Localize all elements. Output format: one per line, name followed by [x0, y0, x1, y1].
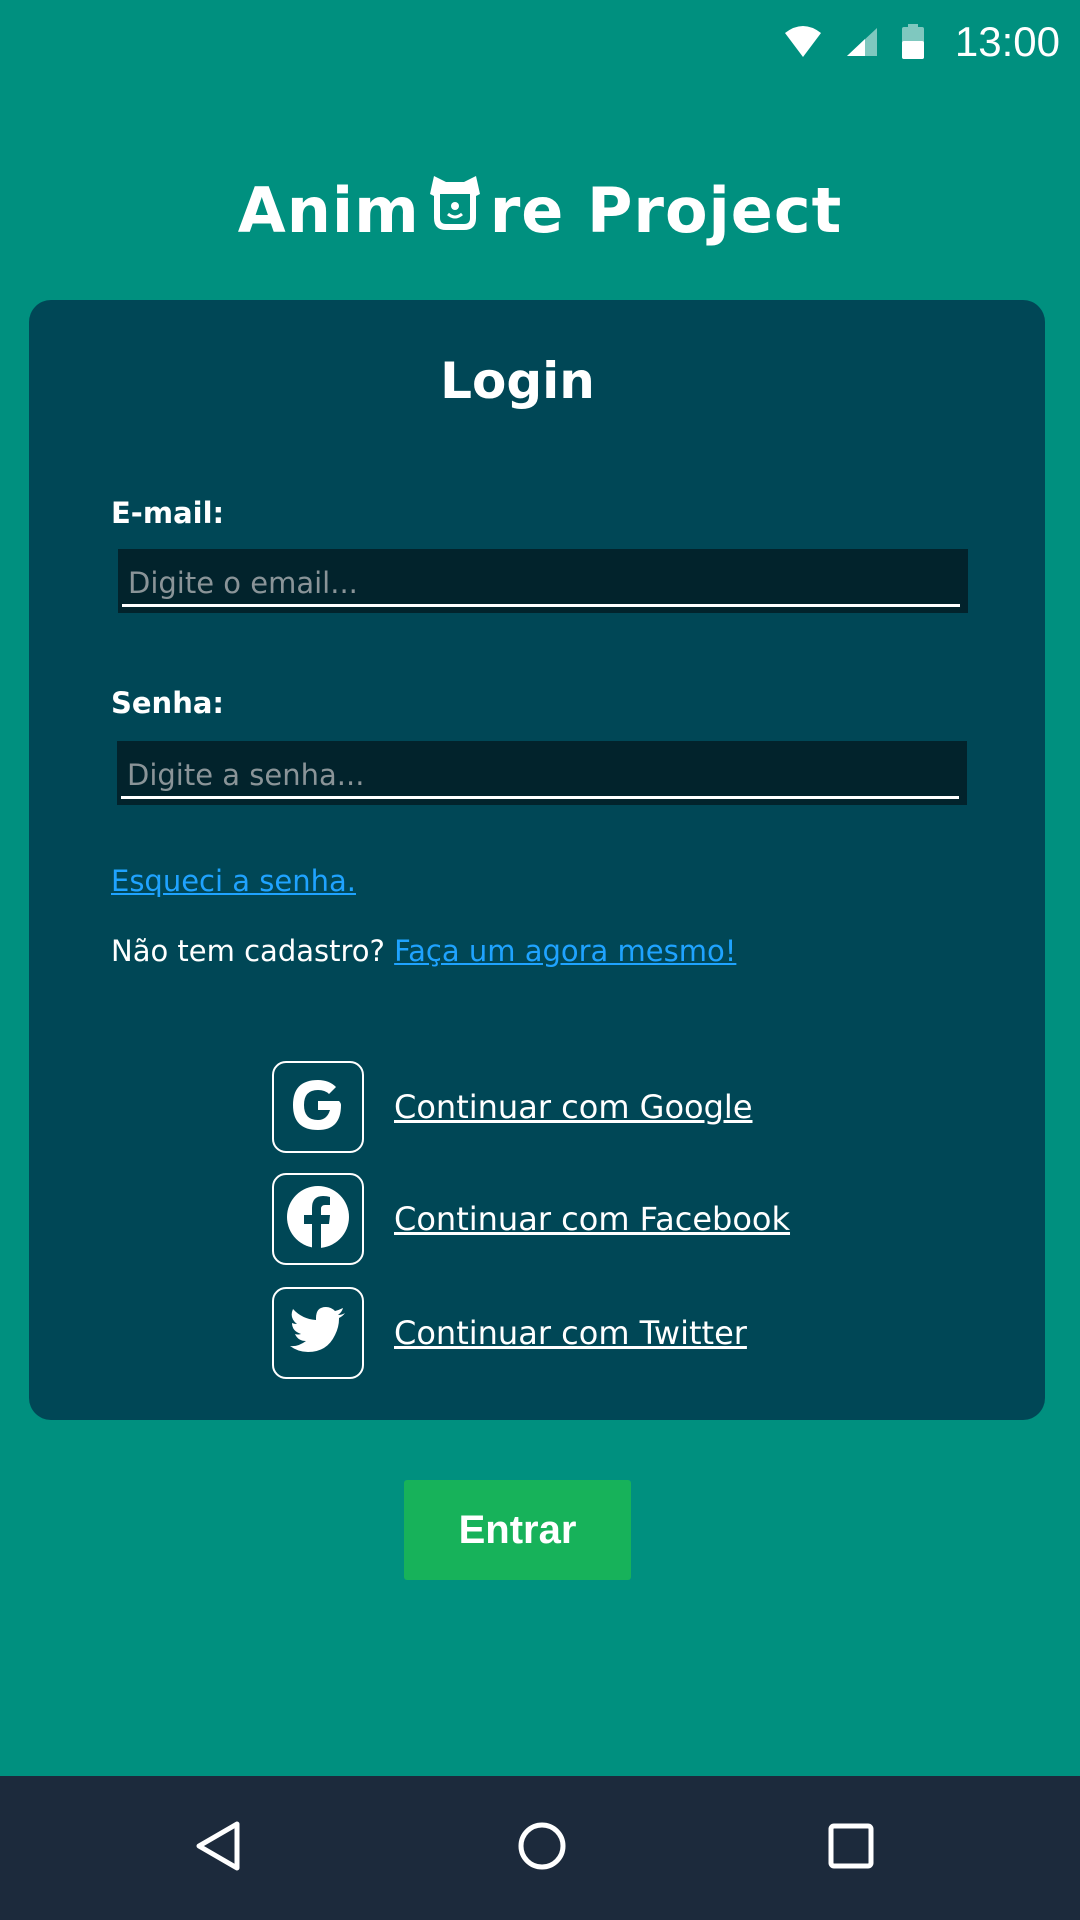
- signup-line: Não tem cadastro? Faça um agora mesmo!: [111, 934, 736, 968]
- twitter-label: Continuar com Twitter: [394, 1314, 747, 1352]
- login-title: Login: [440, 352, 595, 410]
- status-icons: 13:00: [783, 16, 1060, 68]
- wifi-icon: [783, 25, 823, 59]
- google-label: Continuar com Google: [394, 1088, 753, 1126]
- facebook-icon-box: [272, 1173, 364, 1265]
- app-title: Anim re Project: [0, 174, 1080, 247]
- app-title-prefix: Anim: [237, 174, 420, 247]
- home-button[interactable]: [500, 1806, 584, 1890]
- no-account-text: Não tem cadastro?: [111, 934, 385, 968]
- twitter-login-button[interactable]: Continuar com Twitter: [272, 1287, 747, 1379]
- password-input[interactable]: [121, 741, 959, 799]
- back-icon: [189, 1818, 245, 1878]
- password-label: Senha:: [111, 686, 225, 720]
- navigation-bar: [0, 1776, 1080, 1920]
- password-field-box: [117, 741, 967, 805]
- google-login-button[interactable]: Continuar com Google: [272, 1061, 753, 1153]
- google-icon: [288, 1075, 348, 1139]
- back-button[interactable]: [175, 1806, 259, 1890]
- forgot-password-link[interactable]: Esqueci a senha.: [111, 864, 356, 898]
- dog-logo-icon: [424, 172, 486, 234]
- facebook-label: Continuar com Facebook: [394, 1200, 791, 1238]
- home-icon: [514, 1818, 570, 1878]
- recents-button[interactable]: [809, 1806, 893, 1890]
- status-time: 13:00: [954, 18, 1060, 65]
- twitter-icon-box: [272, 1287, 364, 1379]
- battery-icon: [901, 24, 925, 60]
- login-screen: 13:00 Anim re Project Login E-mail: Senh…: [0, 0, 1080, 1920]
- cell-signal-icon: [845, 26, 879, 58]
- google-icon-box: [272, 1061, 364, 1153]
- email-field-box: [118, 549, 968, 613]
- facebook-login-button[interactable]: Continuar com Facebook: [272, 1173, 790, 1265]
- submit-button[interactable]: Entrar: [404, 1480, 631, 1580]
- email-label: E-mail:: [111, 496, 225, 530]
- status-bar: 13:00: [0, 0, 1080, 84]
- signup-link[interactable]: Faça um agora mesmo!: [394, 934, 736, 968]
- facebook-icon: [285, 1184, 351, 1254]
- recents-icon: [823, 1818, 879, 1878]
- twitter-icon: [290, 1307, 346, 1359]
- app-title-suffix: re Project: [489, 174, 843, 247]
- email-input[interactable]: [122, 549, 960, 607]
